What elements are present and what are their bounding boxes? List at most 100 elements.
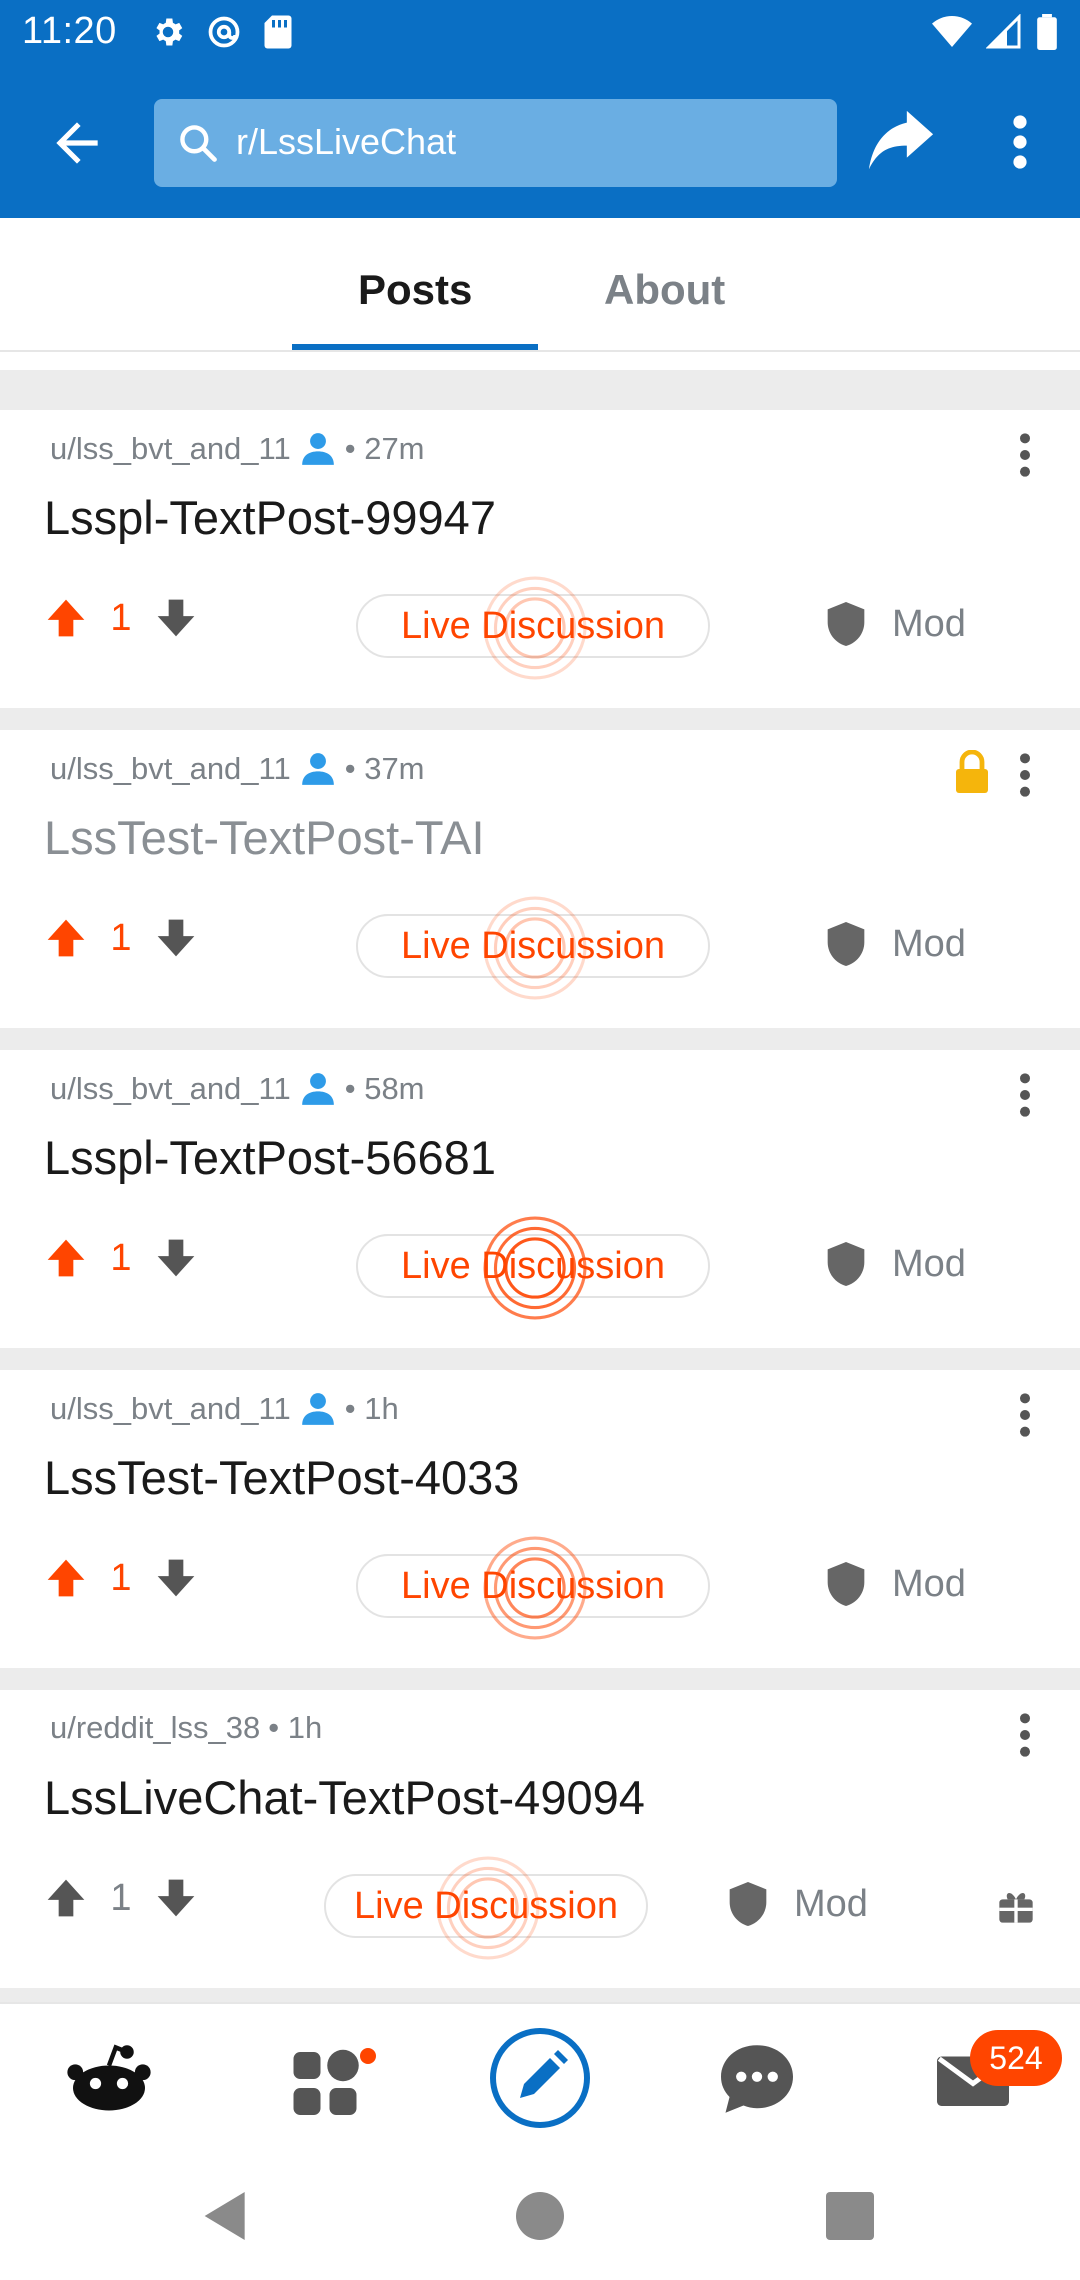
inbox-badge: 524: [970, 2030, 1062, 2086]
post-meta: u/lss_bvt_and_11 • 37m: [50, 750, 425, 788]
upvote-icon[interactable]: [44, 1556, 88, 1600]
post-title[interactable]: Lsspl-TextPost-99947: [44, 490, 496, 545]
post-meta: u/lss_bvt_and_11 • 1h: [50, 1390, 399, 1428]
signal-icon: [986, 14, 1021, 49]
shield-icon: [729, 1882, 767, 1926]
home-icon[interactable]: [64, 2034, 154, 2124]
live-discussion-button[interactable]: Live Discussion: [324, 1856, 648, 1960]
live-discussion-label: Live Discussion: [401, 1245, 665, 1287]
chat-icon[interactable]: [712, 2034, 802, 2124]
app-header: 11:20 r/LssLiveChat: [0, 0, 1080, 218]
mod-button[interactable]: Mod: [826, 602, 966, 646]
back-arrow-icon[interactable]: [46, 112, 108, 174]
more-vert-icon[interactable]: [1012, 1390, 1038, 1440]
post-feed: u/lss_bvt_and_11 • 27m Lsspl-TextPost-99…: [0, 352, 1080, 2002]
live-discussion-button[interactable]: Live Discussion: [356, 1536, 710, 1640]
tab-about[interactable]: About: [604, 266, 725, 314]
communities-icon[interactable]: [280, 2034, 370, 2124]
vote-count: 1: [110, 596, 132, 639]
mod-button[interactable]: Mod: [728, 1882, 868, 1926]
more-vert-icon[interactable]: [1000, 112, 1040, 172]
live-discussion-label: Live Discussion: [401, 925, 665, 967]
downvote-icon[interactable]: [154, 596, 198, 640]
shield-icon: [827, 1242, 865, 1286]
bottom-nav: 524: [0, 2002, 1080, 2152]
vote-controls: 1: [44, 916, 198, 960]
mod-button[interactable]: Mod: [826, 922, 966, 966]
status-time: 11:20: [22, 10, 117, 52]
status-left-icons: [150, 14, 294, 50]
status-right-icons: [932, 14, 1058, 50]
user-icon: [301, 1073, 334, 1105]
tab-posts[interactable]: Posts: [358, 266, 472, 314]
live-discussion-button[interactable]: Live Discussion: [356, 896, 710, 1000]
upvote-icon[interactable]: [44, 916, 88, 960]
vote-count: 1: [110, 1556, 132, 1599]
mod-label: Mod: [892, 922, 966, 965]
vote-controls: 1: [44, 1556, 198, 1600]
live-discussion-label: Live Discussion: [401, 605, 665, 647]
downvote-icon[interactable]: [154, 1876, 198, 1920]
system-home-icon[interactable]: [508, 2184, 572, 2248]
more-vert-icon[interactable]: [1012, 1710, 1038, 1760]
search-text: r/LssLiveChat: [236, 121, 457, 162]
downvote-icon[interactable]: [154, 916, 198, 960]
mod-label: Mod: [794, 1882, 868, 1925]
post-title[interactable]: Lsspl-TextPost-56681: [44, 1130, 496, 1185]
live-discussion-label: Live Discussion: [401, 1565, 665, 1607]
post-card[interactable]: u/reddit_lss_38 • 1h LssLiveChat-TextPos…: [0, 1690, 1080, 1988]
post-meta: u/reddit_lss_38 • 1h: [50, 1710, 322, 1746]
tab-indicator: [292, 344, 538, 350]
system-recents-icon[interactable]: [818, 2184, 882, 2248]
post-card[interactable]: u/lss_bvt_and_11 • 1h LssTest-TextPost-4…: [0, 1370, 1080, 1668]
settings-icon: [156, 18, 183, 46]
user-icon: [301, 753, 334, 785]
post-author[interactable]: u/lss_bvt_and_11: [50, 431, 291, 467]
more-vert-icon[interactable]: [1012, 430, 1038, 480]
vote-controls: 1: [44, 1236, 198, 1280]
post-meta: u/lss_bvt_and_11 • 27m: [50, 430, 425, 468]
vote-count: 1: [110, 1876, 132, 1919]
vote-count: 1: [110, 916, 132, 959]
live-discussion-button[interactable]: Live Discussion: [356, 1216, 710, 1320]
status-bar: 11:20: [0, 0, 1080, 64]
at-sign-icon: [208, 16, 240, 48]
post-title[interactable]: LssTest-TextPost-TAI: [44, 810, 485, 865]
downvote-icon[interactable]: [154, 1236, 198, 1280]
create-post-icon[interactable]: [488, 2026, 592, 2130]
mod-label: Mod: [892, 1242, 966, 1285]
gift-icon[interactable]: [996, 1886, 1036, 1926]
battery-icon: [1037, 14, 1057, 50]
post-card[interactable]: u/lss_bvt_and_11 • 58m Lsspl-TextPost-56…: [0, 1050, 1080, 1348]
lock-icon: [956, 750, 988, 793]
system-back-icon[interactable]: [194, 2184, 258, 2248]
post-author[interactable]: u/lss_bvt_and_11: [50, 1391, 291, 1427]
search-icon: [180, 125, 217, 162]
live-discussion-button[interactable]: Live Discussion: [356, 576, 710, 680]
post-title[interactable]: LssTest-TextPost-4033: [44, 1450, 519, 1505]
upvote-icon[interactable]: [44, 596, 88, 640]
upvote-icon[interactable]: [44, 1876, 88, 1920]
sd-card-icon: [264, 15, 292, 49]
post-author[interactable]: u/lss_bvt_and_11: [50, 751, 291, 787]
user-icon: [301, 433, 334, 465]
post-title[interactable]: LssLiveChat-TextPost-49094: [44, 1770, 645, 1825]
upvote-icon[interactable]: [44, 1236, 88, 1280]
more-vert-icon[interactable]: [1012, 750, 1038, 800]
post-age: • 27m: [344, 431, 425, 466]
post-author[interactable]: u/reddit_lss_38: [50, 1710, 260, 1746]
more-vert-icon[interactable]: [1012, 1070, 1038, 1120]
mod-label: Mod: [892, 1562, 966, 1605]
search-bar[interactable]: r/LssLiveChat: [154, 99, 837, 187]
live-discussion-label: Live Discussion: [354, 1885, 618, 1927]
post-author[interactable]: u/lss_bvt_and_11: [50, 1071, 291, 1107]
post-card[interactable]: u/lss_bvt_and_11 • 27m Lsspl-TextPost-99…: [0, 410, 1080, 708]
vote-controls: 1: [44, 1876, 198, 1920]
share-icon[interactable]: [866, 108, 936, 178]
downvote-icon[interactable]: [154, 1556, 198, 1600]
shield-icon: [827, 1562, 865, 1606]
mod-button[interactable]: Mod: [826, 1242, 966, 1286]
mod-button[interactable]: Mod: [826, 1562, 966, 1606]
post-card[interactable]: u/lss_bvt_and_11 • 37m LssTest-TextPost-…: [0, 730, 1080, 1028]
tab-bar: Posts About: [0, 218, 1080, 352]
